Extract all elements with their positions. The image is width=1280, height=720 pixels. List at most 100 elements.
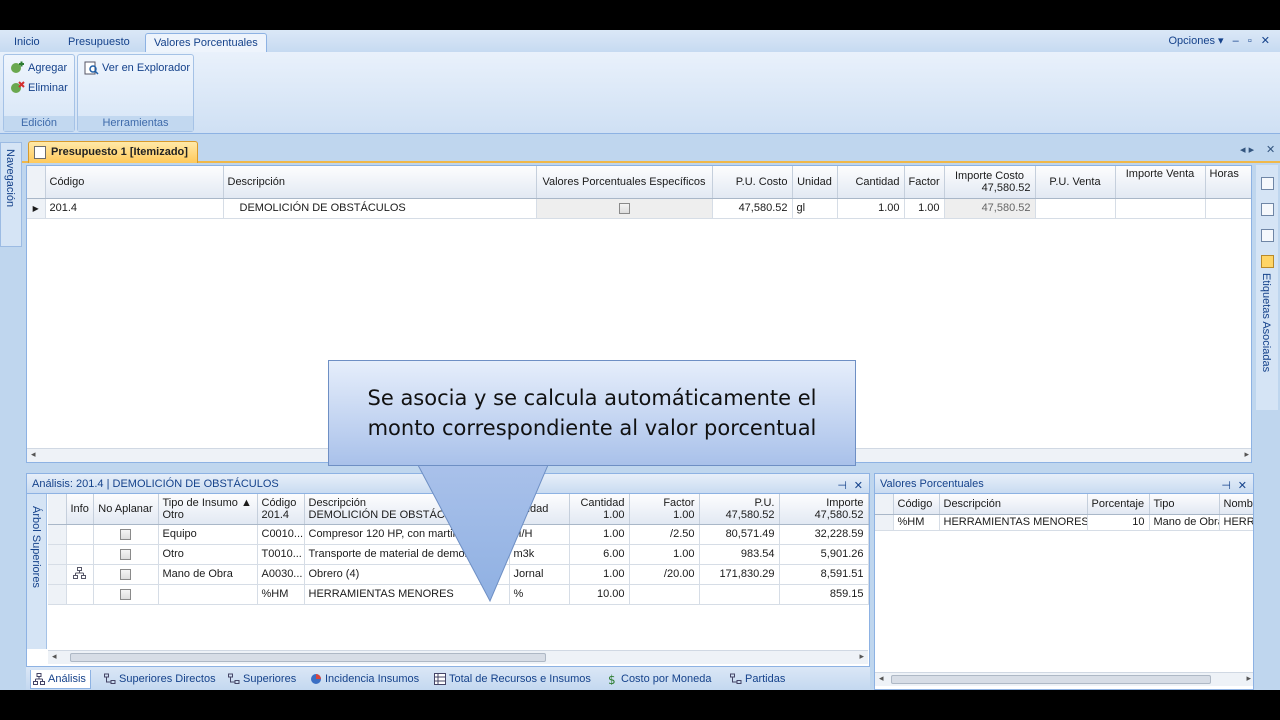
valores-hscrollbar[interactable]: ◂ ▸ (875, 672, 1253, 686)
ver-explorador-button[interactable]: Ver en Explorador (82, 59, 190, 77)
header-cantidad[interactable]: Cantidad (837, 166, 905, 199)
header-codigo-insumo[interactable]: Código 201.4 (257, 494, 305, 525)
header-importe-insumo[interactable]: Importe 47,580.52 (779, 494, 869, 525)
tree-icon[interactable] (73, 566, 86, 579)
header-tipo-insumo[interactable]: Tipo de Insumo ▲ Otro (158, 494, 258, 525)
tab-scroll-arrows[interactable]: ◂ ▸ (1240, 143, 1254, 156)
minimize-button[interactable]: – (1233, 35, 1239, 47)
cell-cantidad[interactable]: 1.00 (569, 524, 630, 545)
no-aplanar-checkbox[interactable] (120, 588, 131, 600)
tab-partidas[interactable]: Partidas (728, 670, 785, 689)
cell-no-aplanar[interactable] (93, 524, 159, 545)
cell-importe[interactable]: 859.15 (779, 584, 869, 605)
cell-codigo[interactable]: %HM (257, 584, 305, 605)
row-marker[interactable] (48, 544, 67, 565)
cell-info[interactable] (66, 584, 94, 605)
row-marker[interactable] (48, 524, 67, 545)
header-descripcion[interactable]: Descripción (223, 166, 537, 199)
header-val-tipo[interactable]: Tipo (1149, 494, 1220, 515)
header-pu-insumo[interactable]: P.U. 47,580.52 (699, 494, 780, 525)
arbol-superiores-label[interactable]: Árbol Superiores (30, 506, 42, 588)
tab-presupuesto[interactable]: Presupuesto (60, 33, 138, 52)
etiquetas-asociadas-label[interactable]: Etiquetas Asociadas (1260, 273, 1272, 372)
cell-info[interactable] (66, 544, 94, 565)
valores-especificos-checkbox[interactable] (618, 202, 630, 214)
cell-no-aplanar[interactable] (93, 564, 159, 585)
header-val-porcentaje[interactable]: Porcentaje (1087, 494, 1150, 515)
cell-info[interactable] (66, 564, 94, 585)
scroll-right-arrow[interactable]: ▸ (1246, 673, 1251, 684)
options-menu[interactable]: Opciones ▾ – ▫ ✕ (1169, 34, 1271, 47)
row-marker[interactable] (48, 584, 67, 605)
cell-cantidad[interactable]: 6.00 (569, 544, 630, 565)
header-importe-venta[interactable]: Importe Venta (1115, 166, 1206, 199)
cell-horas[interactable] (1205, 198, 1251, 219)
cell-val-tipo[interactable]: Mano de Obra (1149, 514, 1220, 531)
cell-info[interactable] (66, 524, 94, 545)
tab-analisis[interactable]: Análisis (30, 670, 91, 689)
header-factor-insumo[interactable]: Factor 1.00 (629, 494, 700, 525)
cell-importe[interactable]: 8,591.51 (779, 564, 869, 585)
agregar-button[interactable]: Agregar (8, 59, 67, 77)
scroll-thumb[interactable] (70, 653, 546, 662)
pin-icon[interactable]: ⊣ (837, 476, 847, 496)
cell-pu-costo[interactable]: 47,580.52 (712, 198, 793, 219)
navigation-panel-strip[interactable]: Navegación (0, 142, 22, 247)
cell-factor[interactable] (629, 584, 700, 605)
header-cantidad-insumo[interactable]: Cantidad 1.00 (569, 494, 630, 525)
cell-val-descripcion[interactable]: HERRAMIENTAS MENORES (939, 514, 1088, 531)
cell-importe-venta[interactable] (1115, 198, 1206, 219)
pin-icon[interactable]: ⊣ (1221, 476, 1231, 496)
cell-factor[interactable]: /20.00 (629, 564, 700, 585)
header-pu-costo[interactable]: P.U. Costo (712, 166, 793, 199)
cell-tipo[interactable]: Mano de Obra (158, 564, 258, 585)
cell-codigo[interactable]: A0030... (257, 564, 305, 585)
tab-total-recursos[interactable]: Total de Recursos e Insumos (432, 670, 591, 689)
scroll-left-arrow[interactable]: ◂ (879, 673, 884, 684)
options-label[interactable]: Opciones ▾ (1169, 35, 1224, 47)
header-codigo[interactable]: Código (45, 166, 224, 199)
header-horas[interactable]: Horas (1205, 166, 1251, 199)
arbol-superiores-strip[interactable]: Árbol Superiores (27, 494, 47, 649)
attachments-icon[interactable] (1261, 229, 1274, 242)
cell-val-nombre[interactable]: HERRAMIENTAS MENORES (1219, 514, 1253, 531)
scroll-thumb[interactable] (891, 675, 1211, 684)
close-document-button[interactable]: ✕ (1266, 143, 1275, 156)
cell-no-aplanar[interactable] (93, 544, 159, 565)
cell-pu[interactable]: 171,830.29 (699, 564, 780, 585)
cell-pu[interactable]: 983.54 (699, 544, 780, 565)
cell-codigo[interactable]: C0010... (257, 524, 305, 545)
scroll-left-arrow[interactable]: ◂ (31, 449, 36, 460)
cell-pu-venta[interactable] (1035, 198, 1116, 219)
tab-superiores-directos[interactable]: Superiores Directos (102, 670, 216, 689)
scroll-left-arrow[interactable]: ◂ (52, 651, 57, 662)
tab-valores-porcentuales[interactable]: Valores Porcentuales (145, 33, 267, 52)
cell-importe[interactable]: 32,228.59 (779, 524, 869, 545)
tag-icon[interactable] (1261, 255, 1274, 268)
cell-val-codigo[interactable]: %HM (893, 514, 940, 531)
properties-icon[interactable] (1261, 177, 1274, 190)
row-marker[interactable]: ▶ (27, 198, 46, 219)
close-icon[interactable]: ✕ (854, 476, 863, 496)
tab-presupuesto-1[interactable]: Presupuesto 1 [Itemizado] (28, 141, 198, 163)
header-pu-venta[interactable]: P.U. Venta (1035, 166, 1116, 199)
tab-superiores[interactable]: Superiores (226, 670, 296, 689)
notes-icon[interactable] (1261, 203, 1274, 216)
cell-unidad[interactable]: gl (792, 198, 838, 219)
row-marker[interactable] (875, 514, 894, 531)
cell-tipo[interactable]: Otro (158, 544, 258, 565)
header-info[interactable]: Info (66, 494, 94, 525)
cell-importe[interactable]: 5,901.26 (779, 544, 869, 565)
tab-inicio[interactable]: Inicio (6, 33, 48, 52)
table-row[interactable]: ▶ 201.4 DEMOLICIÓN DE OBSTÁCULOS 47,580.… (27, 198, 1251, 219)
scroll-right-arrow[interactable]: ▸ (1244, 449, 1249, 460)
cell-factor[interactable]: 1.00 (904, 198, 945, 219)
cell-cantidad[interactable]: 1.00 (569, 564, 630, 585)
tab-costo-moneda[interactable]: $ Costo por Moneda (604, 670, 712, 689)
restore-button[interactable]: ▫ (1248, 35, 1252, 47)
scroll-right-arrow[interactable]: ▸ (859, 651, 864, 662)
close-icon[interactable]: ✕ (1238, 476, 1247, 496)
header-unidad[interactable]: Unidad (792, 166, 838, 199)
cell-cantidad[interactable]: 10.00 (569, 584, 630, 605)
cell-descripcion[interactable]: DEMOLICIÓN DE OBSTÁCULOS (223, 198, 537, 219)
